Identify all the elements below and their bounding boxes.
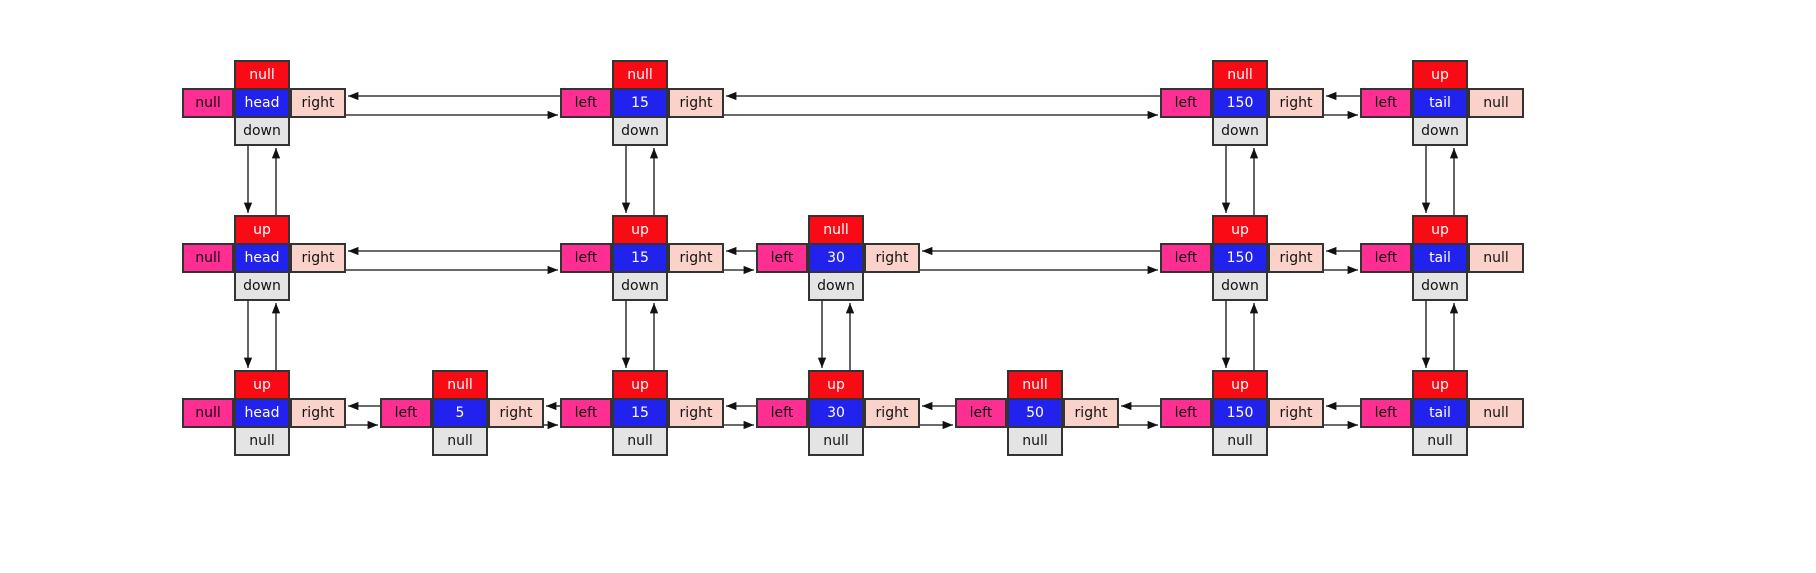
node-right-pointer[interactable]: null bbox=[1468, 398, 1524, 428]
node-down-pointer[interactable]: down bbox=[1412, 271, 1468, 301]
node-down-pointer[interactable]: down bbox=[234, 271, 290, 301]
node-value[interactable]: 5 bbox=[432, 398, 488, 428]
node-up-pointer[interactable]: up bbox=[234, 370, 290, 400]
node-value[interactable]: head bbox=[234, 243, 290, 273]
node-right-pointer[interactable]: right bbox=[668, 398, 724, 428]
node-left-pointer[interactable]: null bbox=[182, 88, 234, 118]
node-down-pointer[interactable]: down bbox=[1412, 116, 1468, 146]
node-up-pointer[interactable]: null bbox=[1007, 370, 1063, 400]
node-row: left 15 right bbox=[560, 88, 724, 118]
node-value[interactable]: 50 bbox=[1007, 398, 1063, 428]
node-value[interactable]: tail bbox=[1412, 243, 1468, 273]
node-down-pointer[interactable]: down bbox=[1212, 116, 1268, 146]
node-right-pointer[interactable]: right bbox=[668, 243, 724, 273]
node-row: left 150 right bbox=[1160, 88, 1324, 118]
node-left-pointer[interactable]: left bbox=[1360, 88, 1412, 118]
node-up-pointer[interactable]: up bbox=[234, 215, 290, 245]
node-up-pointer[interactable]: null bbox=[612, 60, 668, 90]
node-right-pointer[interactable]: right bbox=[864, 243, 920, 273]
skiplist-diagram: null null head right down null left 15 right down… bbox=[0, 0, 1816, 573]
node-up-pointer[interactable]: up bbox=[808, 370, 864, 400]
node-left-pointer[interactable]: left bbox=[380, 398, 432, 428]
node-left-pointer[interactable]: left bbox=[560, 243, 612, 273]
node-row: left tail null bbox=[1360, 243, 1524, 273]
node-row: left 30 right bbox=[756, 243, 920, 273]
node-left-pointer[interactable]: left bbox=[756, 398, 808, 428]
node-right-pointer[interactable]: null bbox=[1468, 88, 1524, 118]
node-down-pointer[interactable]: null bbox=[1212, 426, 1268, 456]
node-down-pointer[interactable]: null bbox=[1007, 426, 1063, 456]
node-left-pointer[interactable]: left bbox=[1160, 398, 1212, 428]
node-row: left tail null bbox=[1360, 88, 1524, 118]
node-value[interactable]: 30 bbox=[808, 243, 864, 273]
node-row: left 50 right bbox=[955, 398, 1119, 428]
node-down-pointer[interactable]: null bbox=[1412, 426, 1468, 456]
node-value[interactable]: 150 bbox=[1212, 243, 1268, 273]
node-down-pointer[interactable]: null bbox=[612, 426, 668, 456]
node-value[interactable]: 150 bbox=[1212, 398, 1268, 428]
node-right-pointer[interactable]: right bbox=[290, 398, 346, 428]
node-left-pointer[interactable]: left bbox=[560, 88, 612, 118]
node-up-pointer[interactable]: null bbox=[432, 370, 488, 400]
node-right-pointer[interactable]: right bbox=[1063, 398, 1119, 428]
node-value[interactable]: tail bbox=[1412, 88, 1468, 118]
node-down-pointer[interactable]: down bbox=[808, 271, 864, 301]
node-value[interactable]: 150 bbox=[1212, 88, 1268, 118]
node-row: null head right bbox=[182, 88, 346, 118]
node-up-pointer[interactable]: null bbox=[808, 215, 864, 245]
node-right-pointer[interactable]: right bbox=[290, 88, 346, 118]
node-up-pointer[interactable]: up bbox=[612, 370, 668, 400]
node-down-pointer[interactable]: down bbox=[612, 271, 668, 301]
node-up-pointer[interactable]: up bbox=[1212, 215, 1268, 245]
node-left-pointer[interactable]: left bbox=[1360, 398, 1412, 428]
node-up-pointer[interactable]: up bbox=[1412, 215, 1468, 245]
node-value[interactable]: 15 bbox=[612, 243, 668, 273]
node-right-pointer[interactable]: right bbox=[290, 243, 346, 273]
node-down-pointer[interactable]: down bbox=[1212, 271, 1268, 301]
node-right-pointer[interactable]: right bbox=[488, 398, 544, 428]
node-row: left 150 right bbox=[1160, 398, 1324, 428]
node-row: left 150 right bbox=[1160, 243, 1324, 273]
node-left-pointer[interactable]: left bbox=[1360, 243, 1412, 273]
node-row: left 5 right bbox=[380, 398, 544, 428]
node-row: left 15 right bbox=[560, 243, 724, 273]
node-value[interactable]: head bbox=[234, 398, 290, 428]
node-left-pointer[interactable]: null bbox=[182, 398, 234, 428]
node-down-pointer[interactable]: down bbox=[612, 116, 668, 146]
node-up-pointer[interactable]: null bbox=[234, 60, 290, 90]
node-right-pointer[interactable]: right bbox=[864, 398, 920, 428]
node-down-pointer[interactable]: null bbox=[234, 426, 290, 456]
node-right-pointer[interactable]: right bbox=[1268, 88, 1324, 118]
node-row: left 30 right bbox=[756, 398, 920, 428]
node-right-pointer[interactable]: null bbox=[1468, 243, 1524, 273]
node-value[interactable]: head bbox=[234, 88, 290, 118]
node-right-pointer[interactable]: right bbox=[1268, 243, 1324, 273]
node-up-pointer[interactable]: up bbox=[612, 215, 668, 245]
node-down-pointer[interactable]: null bbox=[432, 426, 488, 456]
node-value[interactable]: 15 bbox=[612, 88, 668, 118]
node-right-pointer[interactable]: right bbox=[668, 88, 724, 118]
node-row: null head right bbox=[182, 243, 346, 273]
node-left-pointer[interactable]: null bbox=[182, 243, 234, 273]
node-up-pointer[interactable]: up bbox=[1212, 370, 1268, 400]
node-up-pointer[interactable]: up bbox=[1412, 370, 1468, 400]
node-left-pointer[interactable]: left bbox=[1160, 88, 1212, 118]
node-value[interactable]: tail bbox=[1412, 398, 1468, 428]
node-row: left tail null bbox=[1360, 398, 1524, 428]
node-up-pointer[interactable]: null bbox=[1212, 60, 1268, 90]
node-down-pointer[interactable]: down bbox=[234, 116, 290, 146]
node-row: null head right bbox=[182, 398, 346, 428]
node-right-pointer[interactable]: right bbox=[1268, 398, 1324, 428]
node-down-pointer[interactable]: null bbox=[808, 426, 864, 456]
node-up-pointer[interactable]: up bbox=[1412, 60, 1468, 90]
node-row: left 15 right bbox=[560, 398, 724, 428]
node-left-pointer[interactable]: left bbox=[1160, 243, 1212, 273]
node-left-pointer[interactable]: left bbox=[560, 398, 612, 428]
node-left-pointer[interactable]: left bbox=[756, 243, 808, 273]
node-value[interactable]: 30 bbox=[808, 398, 864, 428]
node-value[interactable]: 15 bbox=[612, 398, 668, 428]
node-left-pointer[interactable]: left bbox=[955, 398, 1007, 428]
